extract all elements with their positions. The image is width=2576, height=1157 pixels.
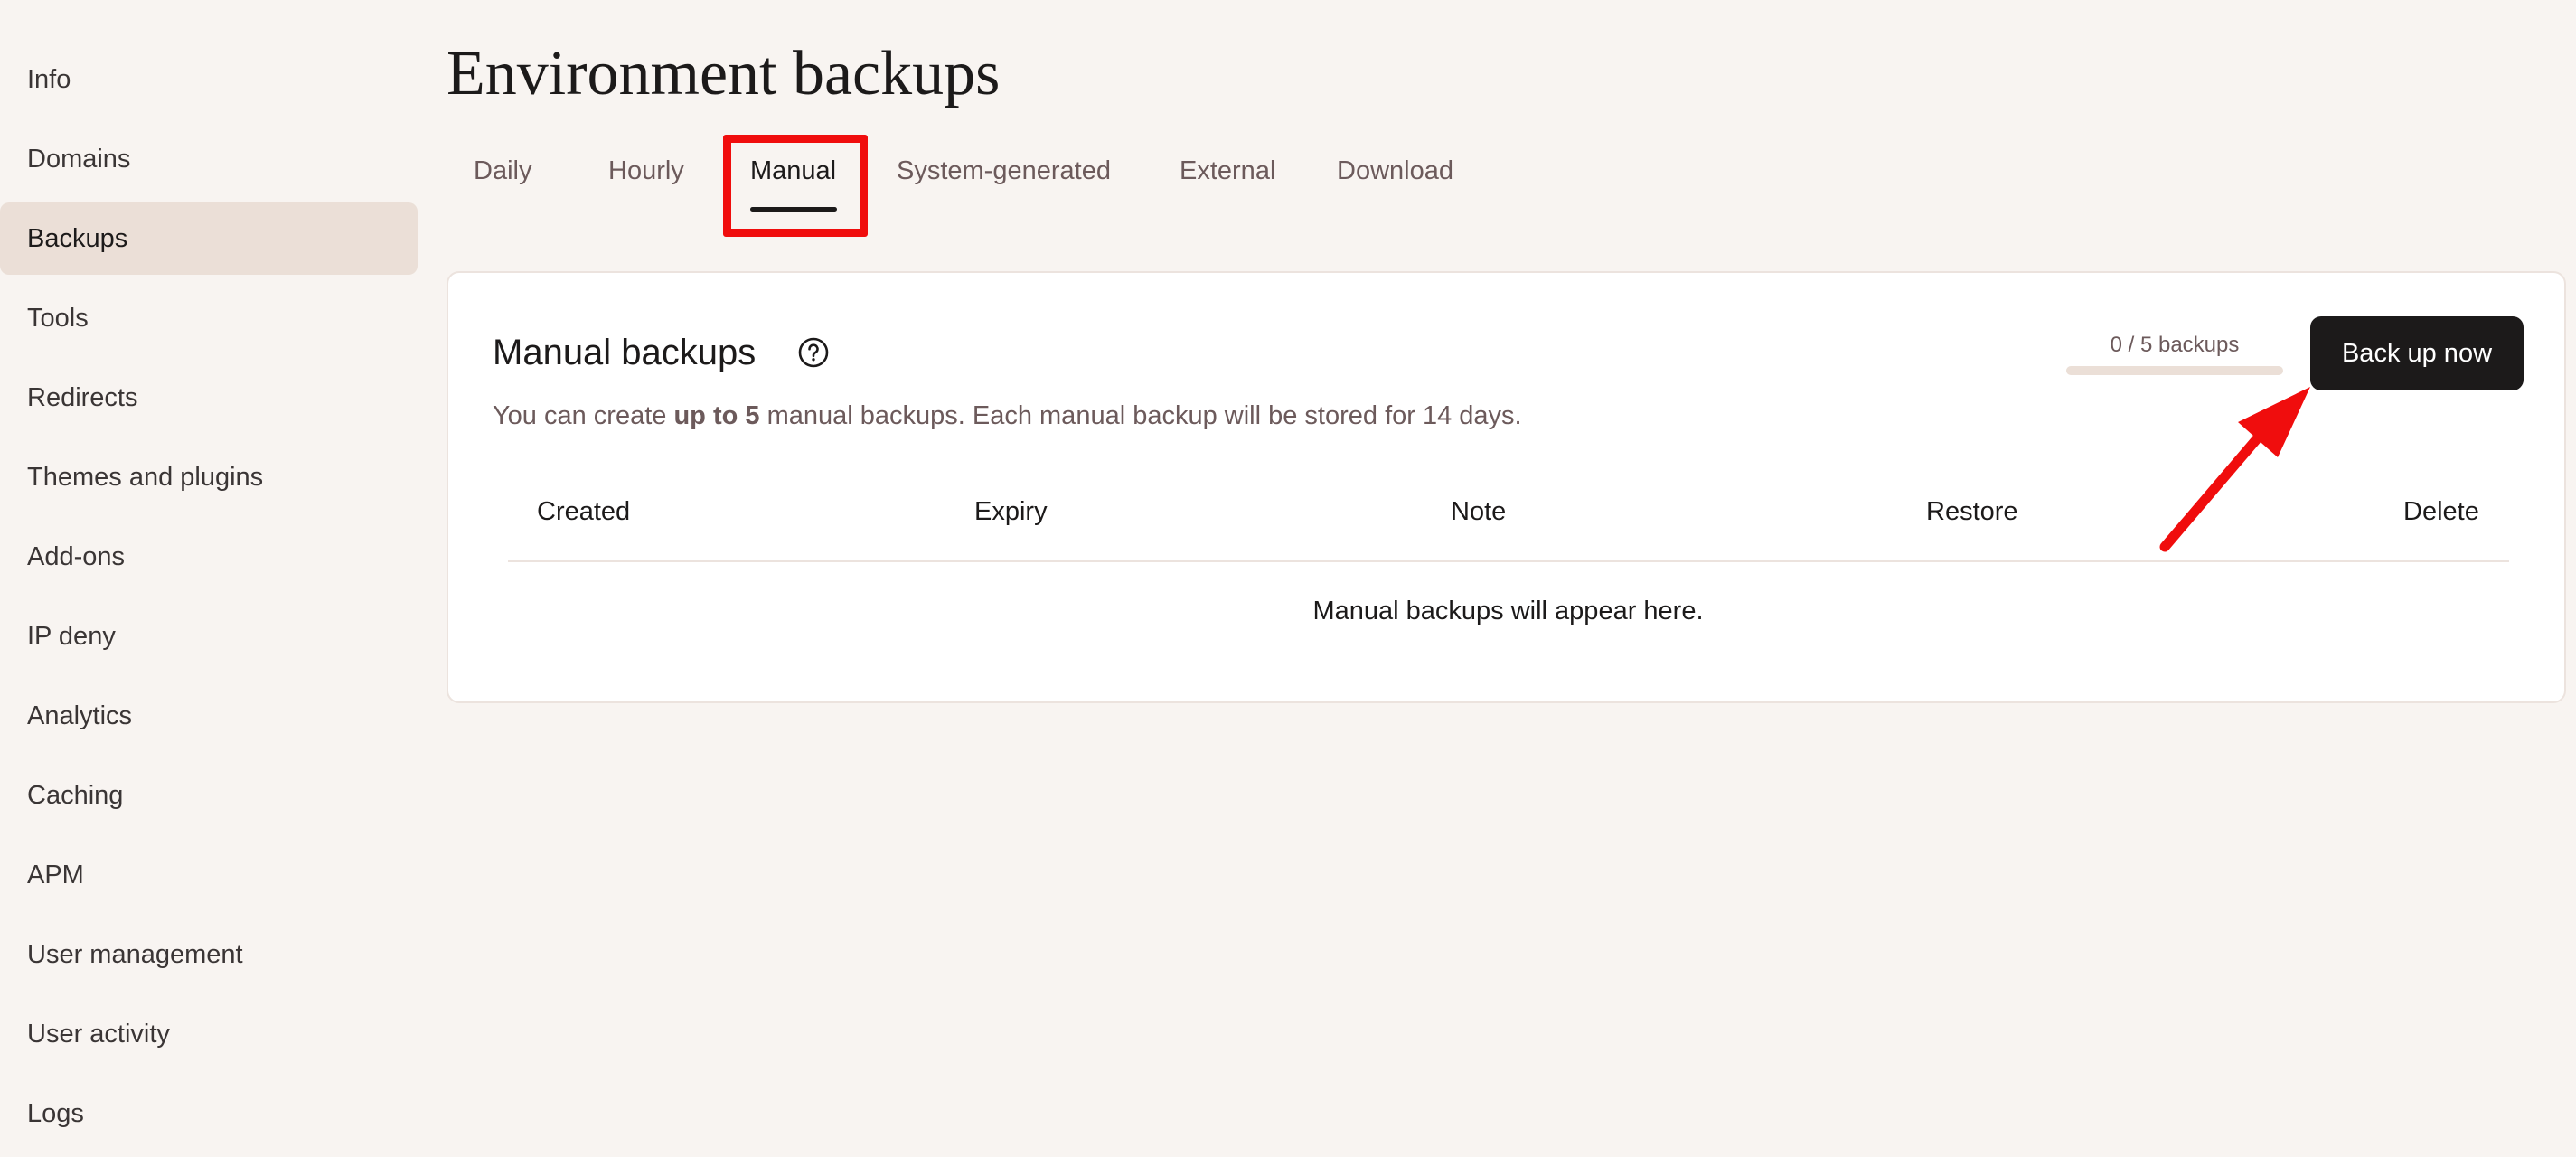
description-prefix: You can create bbox=[493, 401, 674, 430]
page-title: Environment backups bbox=[447, 39, 1001, 108]
tab-download[interactable]: Download bbox=[1337, 158, 1453, 184]
back-up-now-button[interactable]: Back up now bbox=[2310, 316, 2524, 390]
sidebar-item-label: IP deny bbox=[27, 621, 116, 651]
sidebar-item-backups[interactable]: Backups bbox=[0, 202, 418, 275]
sidebar-item-domains[interactable]: Domains bbox=[0, 123, 418, 195]
tab-daily[interactable]: Daily bbox=[474, 158, 531, 184]
tab-hourly[interactable]: Hourly bbox=[608, 158, 684, 184]
sidebar-item-label: Backups bbox=[27, 223, 128, 253]
sidebar-item-label: Redirects bbox=[27, 382, 138, 412]
sidebar-item-analytics[interactable]: Analytics bbox=[0, 680, 418, 752]
sidebar-item-label: Add-ons bbox=[27, 541, 126, 571]
sidebar-item-tools[interactable]: Tools bbox=[0, 282, 418, 354]
sidebar-item-label: Themes and plugins bbox=[27, 462, 264, 492]
backup-usage-count: 0 / 5 backups bbox=[2110, 333, 2240, 357]
sidebar-item-themes-and-plugins[interactable]: Themes and plugins bbox=[0, 441, 418, 513]
sidebar-item-apm[interactable]: APM bbox=[0, 839, 418, 911]
sidebar: Info Domains Backups Tools Redirects The… bbox=[0, 43, 418, 1157]
sidebar-item-add-ons[interactable]: Add-ons bbox=[0, 521, 418, 593]
manual-backups-card: Manual backups You can create up to 5 ma… bbox=[447, 271, 2566, 703]
sidebar-item-user-management[interactable]: User management bbox=[0, 918, 418, 991]
column-header-restore: Restore bbox=[1926, 497, 2018, 526]
sidebar-item-caching[interactable]: Caching bbox=[0, 759, 418, 832]
sidebar-item-label: Info bbox=[27, 64, 71, 94]
column-header-expiry: Expiry bbox=[974, 497, 1048, 526]
annotation-highlight-box bbox=[723, 135, 868, 237]
card-title: Manual backups bbox=[493, 333, 757, 372]
empty-state-message: Manual backups will appear here. bbox=[1312, 597, 1704, 626]
sidebar-item-label: User activity bbox=[27, 1019, 170, 1049]
table-divider bbox=[508, 560, 2509, 562]
question-circle-icon[interactable] bbox=[797, 336, 830, 369]
sidebar-item-label: User management bbox=[27, 939, 243, 969]
card-description: You can create up to 5 manual backups. E… bbox=[493, 401, 1522, 431]
tab-system-generated[interactable]: System-generated bbox=[897, 158, 1111, 184]
sidebar-item-label: APM bbox=[27, 860, 84, 889]
sidebar-item-label: Analytics bbox=[27, 701, 133, 730]
sidebar-item-user-activity[interactable]: User activity bbox=[0, 998, 418, 1070]
sidebar-item-label: Domains bbox=[27, 144, 131, 174]
column-header-delete: Delete bbox=[2403, 497, 2479, 526]
sidebar-item-label: Tools bbox=[27, 303, 89, 333]
sidebar-item-logs[interactable]: Logs bbox=[0, 1077, 418, 1150]
column-header-note: Note bbox=[1451, 497, 1507, 526]
backup-usage-progress-bar bbox=[2066, 366, 2283, 375]
sidebar-item-label: Logs bbox=[27, 1098, 84, 1128]
sidebar-item-info[interactable]: Info bbox=[0, 43, 418, 116]
sidebar-item-label: Caching bbox=[27, 780, 124, 810]
sidebar-item-ip-deny[interactable]: IP deny bbox=[0, 600, 418, 673]
column-header-created: Created bbox=[537, 497, 631, 526]
sidebar-item-redirects[interactable]: Redirects bbox=[0, 362, 418, 434]
description-suffix: manual backups. Each manual backup will … bbox=[759, 401, 1522, 430]
tab-external[interactable]: External bbox=[1180, 158, 1275, 184]
description-bold: up to 5 bbox=[673, 401, 760, 430]
